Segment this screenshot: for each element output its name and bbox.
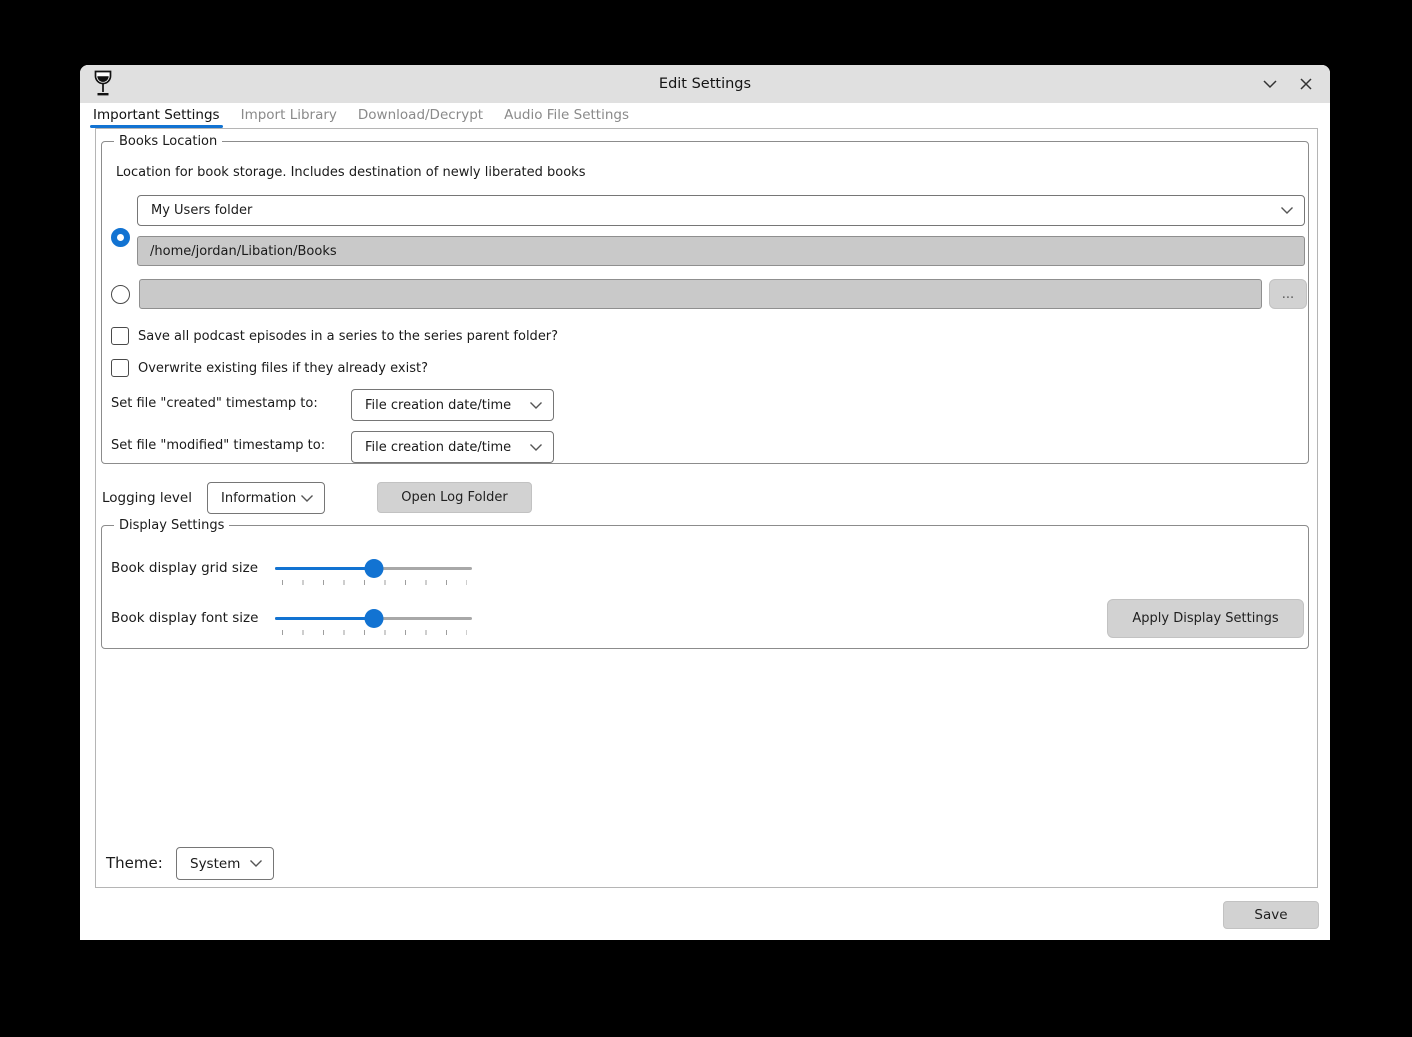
chevron-down-icon — [529, 443, 543, 452]
settings-panel: Books Location Location for book storage… — [95, 128, 1318, 888]
radio-custom-path[interactable] — [111, 285, 130, 304]
modified-timestamp-value: File creation date/time — [352, 440, 529, 455]
save-button[interactable]: Save — [1223, 901, 1319, 929]
logging-level-value: Information — [208, 491, 300, 506]
modified-timestamp-label: Set file "modified" timestamp to: — [111, 438, 325, 454]
tab-important-settings[interactable]: Important Settings — [92, 106, 221, 126]
chevron-down-icon — [249, 859, 263, 868]
logging-level-label: Logging level — [102, 490, 192, 506]
apply-display-settings-button[interactable]: Apply Display Settings — [1107, 599, 1304, 638]
edit-settings-window: Edit Settings Important Settings Import … — [80, 65, 1330, 940]
font-size-slider[interactable] — [275, 609, 472, 628]
window-title: Edit Settings — [80, 65, 1330, 103]
open-log-folder-button[interactable]: Open Log Folder — [377, 482, 532, 513]
display-settings-group: Display Settings Book display grid size … — [101, 525, 1309, 649]
chevron-down-icon — [529, 401, 543, 410]
created-timestamp-dropdown[interactable]: File creation date/time — [351, 389, 554, 421]
font-size-slider-fill — [275, 617, 374, 620]
grid-size-label: Book display grid size — [111, 560, 258, 576]
theme-dropdown[interactable]: System — [176, 847, 274, 880]
titlebar[interactable]: Edit Settings — [80, 65, 1330, 103]
custom-path-field[interactable] — [139, 279, 1262, 309]
modified-timestamp-dropdown[interactable]: File creation date/time — [351, 431, 554, 463]
created-timestamp-value: File creation date/time — [352, 398, 529, 413]
font-size-slider-thumb[interactable] — [364, 609, 383, 628]
podcast-series-label: Save all podcast episodes in a series to… — [138, 328, 558, 346]
tab-download-decrypt[interactable]: Download/Decrypt — [357, 106, 484, 126]
font-size-label: Book display font size — [111, 610, 258, 626]
font-size-slider-ticks — [282, 630, 467, 635]
grid-size-slider-fill — [275, 567, 374, 570]
books-location-description: Location for book storage. Includes dest… — [116, 165, 586, 181]
books-path-field[interactable]: /home/jordan/Libation/Books — [137, 236, 1305, 266]
minimize-button[interactable] — [1260, 74, 1280, 94]
created-timestamp-label: Set file "created" timestamp to: — [111, 396, 318, 412]
grid-size-slider[interactable] — [275, 559, 472, 578]
chevron-down-icon — [1280, 206, 1294, 215]
tab-import-library[interactable]: Import Library — [240, 106, 338, 126]
folder-preset-value: My Users folder — [138, 203, 1280, 218]
grid-size-slider-thumb[interactable] — [364, 559, 383, 578]
window-controls — [1260, 65, 1316, 103]
radio-known-path[interactable] — [111, 228, 130, 247]
chevron-down-icon — [300, 494, 314, 503]
browse-button[interactable]: ... — [1269, 279, 1307, 309]
tabbar: Important Settings Import Library Downlo… — [80, 103, 1330, 128]
close-button[interactable] — [1296, 74, 1316, 94]
display-settings-legend: Display Settings — [114, 517, 229, 534]
grid-size-slider-ticks — [282, 580, 467, 585]
podcast-series-checkbox[interactable] — [111, 327, 129, 345]
logging-level-dropdown[interactable]: Information — [207, 482, 325, 514]
overwrite-files-label: Overwrite existing files if they already… — [138, 360, 428, 378]
tab-audio-file-settings[interactable]: Audio File Settings — [503, 106, 630, 126]
theme-label: Theme: — [106, 854, 163, 873]
folder-preset-dropdown[interactable]: My Users folder — [137, 195, 1305, 226]
desktop-background: Edit Settings Important Settings Import … — [0, 0, 1412, 1037]
books-location-legend: Books Location — [114, 133, 222, 150]
theme-value: System — [177, 856, 249, 872]
overwrite-files-checkbox[interactable] — [111, 359, 129, 377]
books-location-group: Books Location Location for book storage… — [101, 141, 1309, 464]
